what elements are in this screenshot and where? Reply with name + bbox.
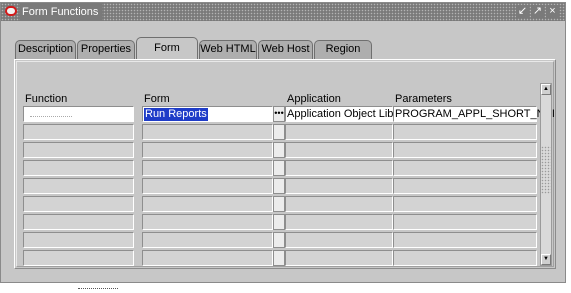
parameters-cell[interactable] xyxy=(393,178,537,194)
maximize-icon[interactable]: ↗ xyxy=(531,5,544,18)
form-cell[interactable]: Run Reports xyxy=(142,106,273,122)
function-cell[interactable] xyxy=(23,232,134,248)
vertical-scrollbar[interactable]: ▲ ▼ xyxy=(540,83,552,266)
underline-decoration xyxy=(78,288,118,291)
function-cell[interactable] xyxy=(23,142,134,158)
application-cell[interactable] xyxy=(285,214,393,230)
tab-form[interactable]: Form xyxy=(136,37,198,60)
tab-web-host[interactable]: Web Host xyxy=(258,40,313,59)
function-cell[interactable] xyxy=(23,250,134,266)
parameters-cell[interactable] xyxy=(393,160,537,176)
list-of-values-icon[interactable] xyxy=(273,196,285,212)
function-cell[interactable] xyxy=(23,196,134,212)
tab-description[interactable]: Description xyxy=(15,40,76,59)
title-bar[interactable]: Form Functions ↙ ↗ × xyxy=(1,3,565,21)
redacted-value xyxy=(30,114,72,117)
list-of-values-icon[interactable] xyxy=(273,232,285,248)
form-cell[interactable] xyxy=(142,178,273,194)
list-of-values-icon[interactable] xyxy=(273,124,285,140)
tab-web-html[interactable]: Web HTML xyxy=(199,40,257,59)
application-cell[interactable] xyxy=(285,232,393,248)
list-of-values-icon[interactable] xyxy=(273,178,285,194)
minimize-icon[interactable]: ↙ xyxy=(516,5,529,18)
parameters-cell[interactable] xyxy=(393,196,537,212)
form-cell[interactable] xyxy=(142,142,273,158)
application-cell[interactable] xyxy=(285,250,393,266)
application-cell[interactable] xyxy=(285,196,393,212)
list-of-values-icon[interactable] xyxy=(273,160,285,176)
form-cell[interactable] xyxy=(142,214,273,230)
scroll-thumb[interactable] xyxy=(541,146,551,194)
application-cell[interactable] xyxy=(285,160,393,176)
form-cell[interactable] xyxy=(142,124,273,140)
tab-properties[interactable]: Properties xyxy=(77,40,135,59)
parameters-cell[interactable] xyxy=(393,214,537,230)
list-of-values-icon[interactable] xyxy=(273,214,285,230)
column-header-form: Form xyxy=(144,93,170,105)
function-cell[interactable] xyxy=(23,160,134,176)
parameters-cell[interactable] xyxy=(393,250,537,266)
form-functions-window: Form Functions ↙ ↗ × Description Propert… xyxy=(0,2,566,283)
parameters-cell[interactable]: PROGRAM_APPL_SHORT_NAI xyxy=(393,106,555,122)
column-header-application: Application xyxy=(287,93,341,105)
form-cell[interactable] xyxy=(142,160,273,176)
application-cell-text: Application Object Libra xyxy=(287,108,404,120)
parameters-cell[interactable] xyxy=(393,232,537,248)
column-header-parameters: Parameters xyxy=(395,93,452,105)
tab-region[interactable]: Region xyxy=(314,40,372,59)
scroll-down-icon[interactable]: ▼ xyxy=(541,254,551,265)
function-cell[interactable] xyxy=(23,106,134,122)
application-cell[interactable] xyxy=(285,124,393,140)
form-cell[interactable] xyxy=(142,250,273,266)
application-cell[interactable]: Application Object Libra xyxy=(285,106,403,122)
list-of-values-icon[interactable]: ••• xyxy=(273,106,285,122)
close-icon[interactable]: × xyxy=(546,5,559,18)
form-cell-text: Run Reports xyxy=(144,108,208,121)
form-cell[interactable] xyxy=(142,196,273,212)
window-controls: ↙ ↗ × xyxy=(516,5,559,19)
oracle-app-icon xyxy=(5,6,17,16)
list-of-values-icon[interactable] xyxy=(273,250,285,266)
parameters-cell-text: PROGRAM_APPL_SHORT_NAI xyxy=(395,108,555,120)
function-cell[interactable] xyxy=(23,124,134,140)
parameters-cell[interactable] xyxy=(393,124,537,140)
form-tab-panel: Function Form Application Parameters Run… xyxy=(14,59,556,269)
scroll-up-icon[interactable]: ▲ xyxy=(541,84,551,95)
application-cell[interactable] xyxy=(285,178,393,194)
form-cell[interactable] xyxy=(142,232,273,248)
list-of-values-icon[interactable] xyxy=(273,142,285,158)
function-cell[interactable] xyxy=(23,178,134,194)
application-cell[interactable] xyxy=(285,142,393,158)
function-cell[interactable] xyxy=(23,214,134,230)
column-header-function: Function xyxy=(25,93,68,105)
window-title: Form Functions xyxy=(20,3,103,21)
parameters-cell[interactable] xyxy=(393,142,537,158)
